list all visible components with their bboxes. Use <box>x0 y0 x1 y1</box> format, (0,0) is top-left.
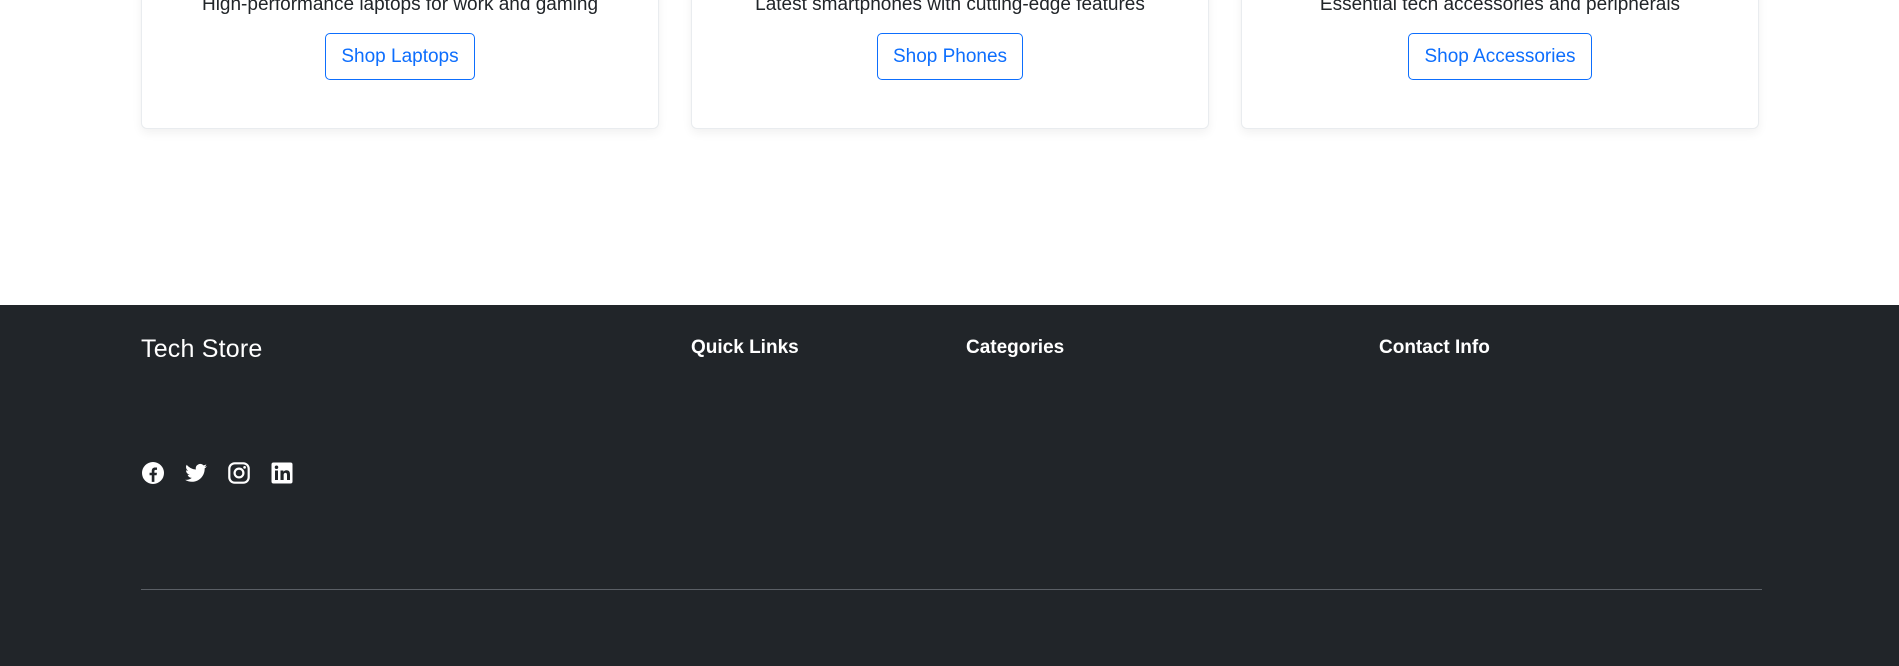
facebook-icon[interactable] <box>141 461 165 485</box>
instagram-icon[interactable] <box>227 461 251 485</box>
categories-heading: Categories <box>966 337 1065 358</box>
card-description: Latest smartphones with cutting-edge fea… <box>755 0 1145 15</box>
linkedin-icon[interactable] <box>270 461 294 485</box>
category-card-accessories: Essential tech accessories and periphera… <box>1241 0 1759 129</box>
card-button-wrapper: Shop Laptops <box>142 33 658 80</box>
social-links <box>141 461 294 485</box>
shop-accessories-button[interactable]: Shop Accessories <box>1408 33 1592 80</box>
shop-laptops-button[interactable]: Shop Laptops <box>325 33 475 80</box>
footer-brand: Tech Store <box>141 335 263 363</box>
footer-divider <box>141 589 1762 590</box>
card-description: High-performance laptops for work and ga… <box>201 0 599 15</box>
shop-phones-button[interactable]: Shop Phones <box>876 33 1024 80</box>
site-footer: Tech Store Quick Links Categories Contac… <box>0 305 1899 666</box>
card-button-wrapper: Shop Accessories <box>1242 33 1758 80</box>
contact-info-heading: Contact Info <box>1379 337 1490 358</box>
category-card-laptops: High-performance laptops for work and ga… <box>141 0 659 129</box>
twitter-icon[interactable] <box>184 461 208 485</box>
card-description: Essential tech accessories and periphera… <box>1319 0 1681 15</box>
category-card-phones: Latest smartphones with cutting-edge fea… <box>691 0 1209 129</box>
category-cards-section: High-performance laptops for work and ga… <box>0 0 1899 305</box>
quick-links-heading: Quick Links <box>691 337 799 358</box>
card-button-wrapper: Shop Phones <box>692 33 1208 80</box>
